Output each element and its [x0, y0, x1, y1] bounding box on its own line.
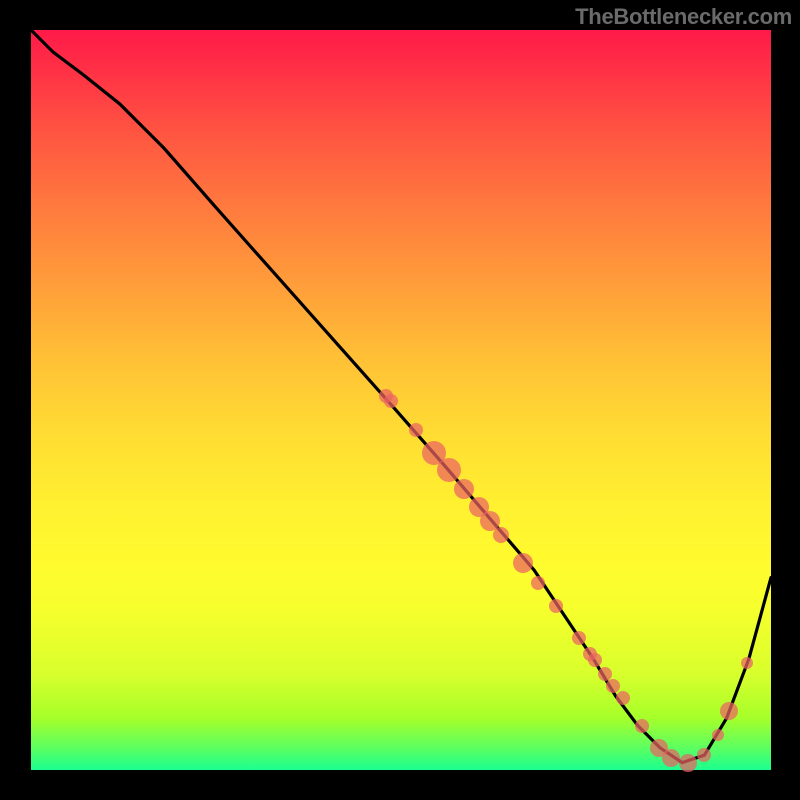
data-point: [531, 576, 545, 590]
data-point: [697, 748, 711, 762]
data-point: [662, 749, 680, 767]
chart-frame: TheBottlenecker.com: [0, 0, 800, 800]
data-point: [384, 394, 398, 408]
data-point: [606, 679, 620, 693]
plot-area: [31, 30, 771, 770]
curve-svg: [31, 30, 771, 770]
data-point: [409, 423, 423, 437]
data-point: [437, 458, 461, 482]
data-point: [549, 599, 563, 613]
data-point: [572, 631, 586, 645]
data-point: [635, 719, 649, 733]
data-point: [616, 691, 630, 705]
data-point: [588, 653, 602, 667]
data-point: [513, 553, 533, 573]
data-point: [454, 479, 474, 499]
data-point: [712, 729, 724, 741]
data-point: [720, 702, 738, 720]
watermark-text: TheBottlenecker.com: [575, 4, 792, 30]
data-point: [679, 754, 697, 772]
data-point: [741, 657, 753, 669]
data-point: [493, 527, 509, 543]
bottleneck-curve: [31, 30, 771, 763]
